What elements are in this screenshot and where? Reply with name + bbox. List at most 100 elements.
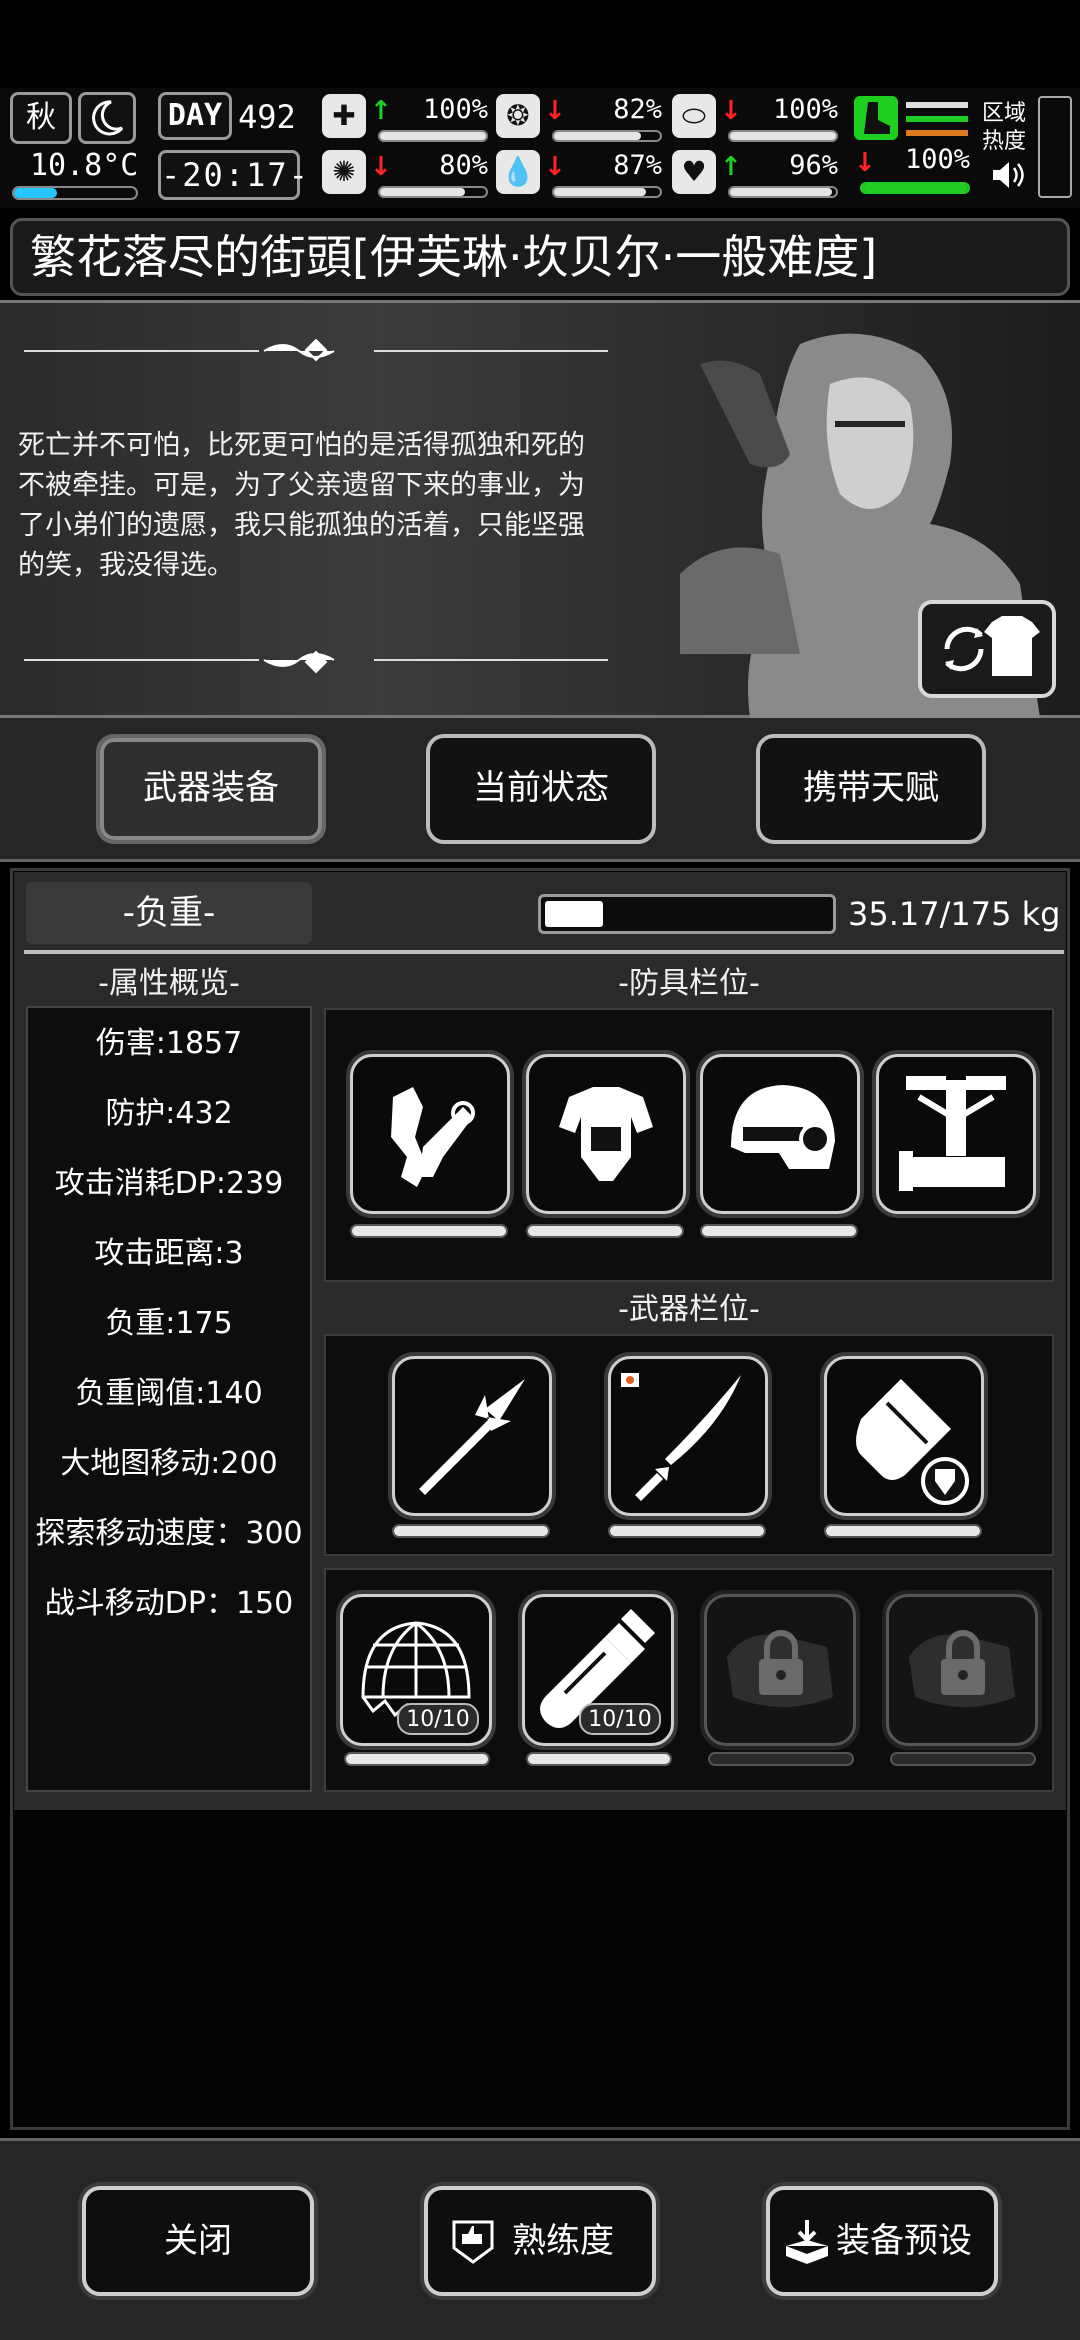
armor-slot-helmet[interactable]: [700, 1054, 860, 1214]
proficiency-button-label: 熟练度: [512, 2221, 614, 2261]
stamina-line: [906, 116, 968, 122]
weapon-durability-bar: [824, 1524, 982, 1538]
change-outfit-button[interactable]: [918, 600, 1056, 698]
weapon-slot-shield[interactable]: [824, 1356, 984, 1516]
weapon-slot-katana[interactable]: [608, 1356, 768, 1516]
temperature-bar: [12, 186, 138, 200]
proficiency-button[interactable]: 熟练度: [424, 2186, 656, 2296]
vital-stat: 💧 ↓ 87%: [496, 150, 666, 202]
vital-bar: [728, 130, 838, 142]
vital-value: 87%: [613, 150, 662, 181]
attribute-item: 负重:175: [105, 1306, 233, 1341]
day-badge: DAY: [158, 92, 232, 140]
item-slot-locked[interactable]: [886, 1594, 1038, 1746]
item-slot-spray-bottle[interactable]: 10/10: [522, 1594, 674, 1746]
section-divider: [24, 950, 1064, 954]
vital-value: 100%: [422, 94, 488, 125]
item-slot-locked[interactable]: [704, 1594, 856, 1746]
ornament-divider-bottom: [24, 648, 608, 678]
item-quantity: 10/10: [397, 1703, 479, 1735]
armor-slot-gloves[interactable]: [350, 1054, 510, 1214]
vital-fill: [554, 188, 647, 196]
day-number: 492: [238, 98, 296, 136]
moon-icon: [78, 92, 136, 144]
item-slot-net-trap[interactable]: 10/10: [340, 1594, 492, 1746]
vital-stat: ♥ ↑ 96%: [672, 150, 842, 202]
item-quantity: 10/10: [579, 1703, 661, 1735]
load-value: 35.17/175 kg: [848, 895, 1061, 933]
water-drop-icon: 💧: [496, 150, 540, 194]
armor-slot-backpack[interactable]: [876, 1054, 1036, 1214]
stamina-bar: [860, 182, 970, 194]
vital-fill: [380, 132, 486, 140]
weapon-durability-bar: [392, 1524, 550, 1538]
weapon-slot-spear[interactable]: [392, 1356, 552, 1516]
vital-stat: ❂ ↓ 82%: [496, 94, 666, 146]
katana-icon: [621, 1373, 741, 1501]
stomach-icon: ❂: [496, 94, 540, 138]
tab-weapons-equipment[interactable]: 武器装备: [96, 734, 326, 844]
ornament-divider-top: [24, 336, 608, 366]
item-durability-bar: [708, 1752, 854, 1766]
attribute-item: 负重阈值:140: [75, 1376, 263, 1411]
season-indicator: 秋: [10, 92, 72, 144]
riot-shield-icon: [856, 1379, 969, 1505]
preset-button-label: 装备预设: [836, 2221, 972, 2261]
vital-stat: ✺ ↓ 80%: [322, 150, 492, 202]
tab-carried-talents[interactable]: 携带天赋: [756, 734, 986, 844]
armor-slot-chest[interactable]: [526, 1054, 686, 1214]
vital-stat: ⬭ ↓ 100%: [672, 94, 842, 146]
attribute-item: 大地图移动:200: [60, 1446, 278, 1481]
equipment-preset-button[interactable]: 装备预设: [766, 2186, 998, 2296]
lock-icon: [727, 1630, 833, 1707]
boot-icon: [854, 96, 898, 140]
vital-bar: [552, 130, 662, 142]
armor-durability-bar: [526, 1224, 684, 1238]
page-title: 繁花落尽的街頭[伊芙琳·坎贝尔·一般难度]: [30, 230, 878, 284]
stamina-panel: ↓ 100%: [852, 94, 972, 202]
vital-bar: [728, 186, 838, 198]
attribute-item: 战斗移动DP：150: [44, 1586, 294, 1621]
weapon-slots-header: -武器栏位-: [618, 1292, 760, 1327]
stamina-fill: [862, 184, 968, 192]
area-heat-label-line2: 热度: [982, 129, 1027, 154]
vital-fill: [554, 132, 641, 140]
heart-icon: ♥: [672, 150, 716, 194]
game-clock: -20:17-: [158, 150, 308, 200]
brain-icon: ✺: [322, 150, 366, 194]
close-button-label: 关闭: [164, 2221, 232, 2261]
vital-stat: ✚ ↑ 100%: [322, 94, 492, 146]
stamina-line: [906, 102, 968, 108]
load-label: -负重-: [26, 882, 312, 944]
close-button[interactable]: 关闭: [82, 2186, 314, 2296]
gloves-armor-icon: [391, 1087, 475, 1187]
spear-icon: [419, 1379, 525, 1495]
vital-bar: [378, 130, 488, 142]
load-bar: [538, 894, 836, 934]
armor-durability-bar: [700, 1224, 858, 1238]
character-quote: 死亡并不可怕，比死更可怕的是活得孤独和死的不被牵挂。可是，为了父亲遗留下来的事业…: [18, 430, 585, 581]
temperature-fill: [14, 188, 57, 198]
medkit-icon: ✚: [322, 94, 366, 138]
attribute-item: 攻击消耗DP:239: [54, 1166, 284, 1201]
backpack-frame-icon: [899, 1076, 1006, 1191]
area-heat-label-line1: 区域: [982, 101, 1027, 126]
attribute-item: 防护:432: [105, 1096, 233, 1131]
vital-value: 100%: [772, 94, 838, 125]
outfit-swap-icon: [944, 616, 1040, 676]
capsule-icon: ⬭: [672, 94, 716, 138]
armor-durability-bar: [350, 1224, 508, 1238]
vital-fill: [730, 132, 836, 140]
load-fill: [545, 901, 603, 927]
stamina-line: [906, 130, 968, 136]
vital-fill: [730, 188, 832, 196]
temperature-value: 10.8°C: [30, 148, 139, 183]
tab-current-status[interactable]: 当前状态: [426, 734, 656, 844]
item-durability-bar: [890, 1752, 1036, 1766]
speaker-icon[interactable]: [990, 158, 1026, 196]
vital-value: 82%: [613, 94, 662, 125]
vital-bar: [552, 186, 662, 198]
attributes-header: -属性概览-: [98, 966, 240, 1001]
item-durability-bar: [526, 1752, 672, 1766]
area-heat-label: 区域 热度: [982, 100, 1026, 156]
